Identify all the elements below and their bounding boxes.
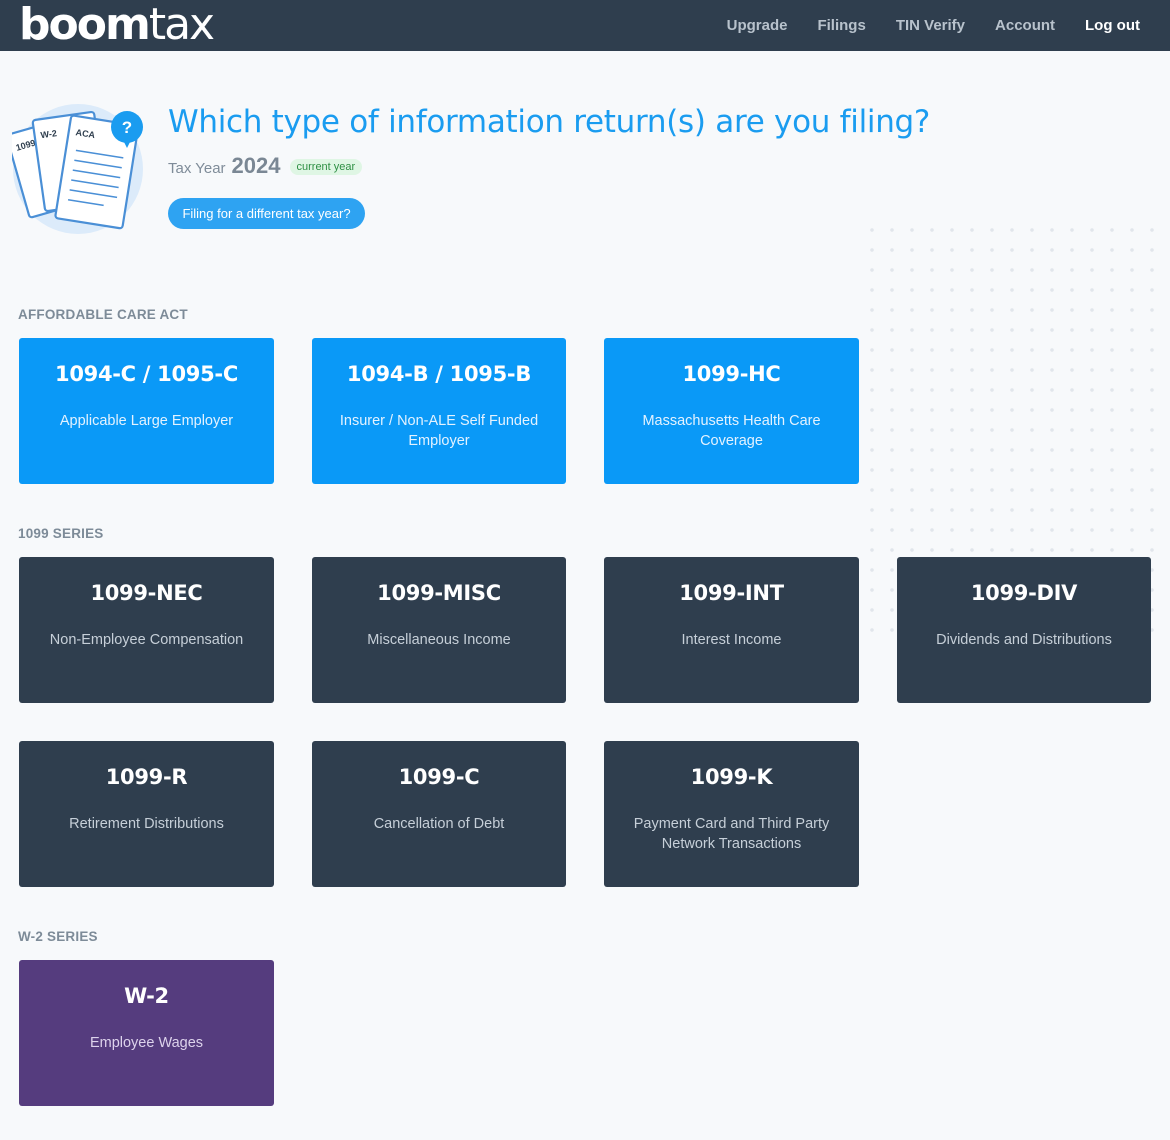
tax-year-value: 2024: [231, 153, 281, 178]
card-title: 1094-B / 1095-B: [346, 362, 532, 386]
card-description: Employee Wages: [89, 1035, 204, 1051]
card-1099int[interactable]: 1099-INT Interest Income: [604, 557, 859, 703]
forms-illustration-icon: 1099 W-2 ACA ?: [12, 104, 143, 234]
card-description: Miscellaneous Income: [367, 632, 511, 648]
top-navbar: boomtax Upgrade Filings TIN Verify Accou…: [0, 0, 1170, 51]
card-description: Non-Employee Compensation: [49, 632, 244, 648]
section-label-aca: AFFORDABLE CARE ACT: [18, 307, 188, 322]
card-title: W-2: [124, 984, 169, 1008]
logo-text-light: tax: [148, 0, 215, 50]
card-description: Payment Card and Third Party Network Tra…: [633, 816, 830, 852]
nav-upgrade-link[interactable]: Upgrade: [727, 17, 788, 34]
card-description: Interest Income: [681, 632, 782, 648]
card-description: Retirement Distributions: [69, 816, 224, 832]
card-description: Massachusetts Health Care Coverage: [642, 413, 821, 449]
card-title: 1099-DIV: [970, 581, 1078, 605]
card-1099nec[interactable]: 1099-NEC Non-Employee Compensation: [19, 557, 274, 703]
card-1099k[interactable]: 1099-K Payment Card and Third Party Netw…: [604, 741, 859, 887]
card-1099misc[interactable]: 1099-MISC Miscellaneous Income: [312, 557, 566, 703]
card-1099r[interactable]: 1099-R Retirement Distributions: [19, 741, 274, 887]
section-label-1099: 1099 SERIES: [18, 526, 104, 541]
card-title: 1099-K: [690, 765, 773, 789]
page-title: Which type of information return(s) are …: [168, 104, 931, 140]
card-description: Applicable Large Employer: [59, 413, 234, 429]
boomtax-logo[interactable]: boomtax: [19, 0, 215, 50]
card-title: 1099-INT: [679, 581, 784, 605]
section-label-w2: W-2 SERIES: [18, 929, 98, 944]
card-title: 1099-MISC: [377, 581, 501, 605]
card-1094b-1095b[interactable]: 1094-B / 1095-B Insurer / Non-ALE Self F…: [312, 338, 566, 484]
card-title: 1099-HC: [682, 362, 781, 386]
card-1094c-1095c[interactable]: 1094-C / 1095-C Applicable Large Employe…: [19, 338, 274, 484]
card-title: 1099-NEC: [90, 581, 203, 605]
tax-year-row: Tax Year 2024 current year: [168, 153, 363, 179]
card-1099hc[interactable]: 1099-HC Massachusetts Health Care Covera…: [604, 338, 859, 484]
nav-logout-link[interactable]: Log out: [1085, 17, 1140, 34]
logo-text-bold: boom: [19, 0, 151, 50]
card-1099c[interactable]: 1099-C Cancellation of Debt: [312, 741, 566, 887]
card-title: 1099-C: [398, 765, 480, 789]
card-w2[interactable]: W-2 Employee Wages: [19, 960, 274, 1106]
nav-tin-verify-link[interactable]: TIN Verify: [896, 17, 965, 34]
card-1099div[interactable]: 1099-DIV Dividends and Distributions: [897, 557, 1151, 703]
card-description: Insurer / Non-ALE Self Funded Employer: [339, 413, 539, 449]
tax-year-label: Tax Year: [168, 160, 226, 177]
nav-filings-link[interactable]: Filings: [817, 17, 865, 34]
help-question-icon: ?: [122, 118, 132, 137]
card-title: 1099-R: [105, 765, 188, 789]
different-tax-year-button[interactable]: Filing for a different tax year?: [168, 198, 365, 229]
current-year-badge: current year: [289, 159, 363, 175]
card-title: 1094-C / 1095-C: [55, 362, 238, 386]
card-description: Cancellation of Debt: [373, 816, 505, 832]
main-nav: Upgrade Filings TIN Verify Account Log o…: [697, 0, 1140, 51]
card-description: Dividends and Distributions: [936, 632, 1112, 648]
nav-account-link[interactable]: Account: [995, 17, 1055, 34]
